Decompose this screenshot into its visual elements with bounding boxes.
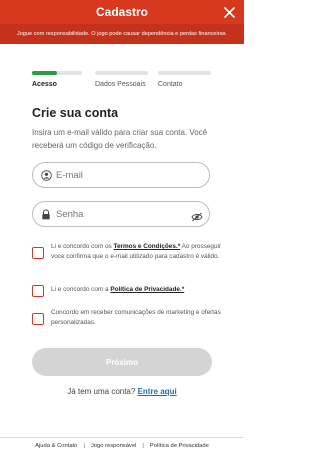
footer-divider: [0, 437, 244, 438]
footer-link-responsible-gaming[interactable]: Jogo responsável: [91, 443, 136, 449]
lock-icon: [38, 208, 54, 220]
privacy-consent-row: Li e concordo com a Política de Privacid…: [32, 281, 222, 297]
banner-text: Jogue com responsabilidade. O jogo pode …: [16, 31, 228, 37]
privacy-link[interactable]: Política de Privacidade.*: [110, 286, 184, 293]
marketing-consent-row: Concordo em receber comunicações de mark…: [32, 308, 222, 328]
terms-text: Li e concordo com os Termos e Condições.…: [51, 242, 222, 262]
login-prompt: Já tem uma conta? Entre aqui: [0, 387, 244, 396]
password-input[interactable]: [54, 208, 186, 220]
terms-prefix: Li e concordo com os: [51, 243, 114, 250]
toggle-password-visibility-icon[interactable]: [191, 209, 203, 227]
step-bar-contato: [158, 71, 211, 75]
form-subtitle: Insira um e-mail válido para criar sua c…: [32, 128, 208, 150]
step-bar-dados-pessoais: [95, 71, 148, 75]
terms-checkbox[interactable]: [32, 247, 44, 259]
close-button[interactable]: [220, 3, 238, 21]
privacy-text: Li e concordo com a Política de Privacid…: [51, 285, 184, 297]
next-button[interactable]: Próximo: [32, 348, 212, 376]
privacy-checkbox[interactable]: [32, 285, 44, 297]
email-field[interactable]: [32, 162, 210, 188]
step-label-dados-pessoais: Dados Pessoais: [95, 81, 146, 88]
footer-separator: |: [142, 443, 144, 449]
form-title: Crie sua conta: [32, 106, 119, 120]
password-field[interactable]: [32, 201, 210, 227]
login-prompt-text: Já tem uma conta?: [67, 387, 138, 396]
step-label-acesso: Acesso: [32, 81, 57, 88]
footer-link-help[interactable]: Ajuda & Contato: [35, 443, 77, 449]
step-label-contato: Contato: [158, 81, 183, 88]
step-bar-acesso: [32, 71, 82, 75]
terms-consent-row: Li e concordo com os Termos e Condições.…: [32, 242, 222, 262]
footer-links: Ajuda & Contato | Jogo responsável | Pol…: [0, 443, 244, 449]
footer-link-privacy[interactable]: Política de Privacidade: [150, 443, 209, 449]
footer-separator: |: [83, 443, 85, 449]
marketing-checkbox[interactable]: [32, 313, 44, 325]
header-bar: Cadastro: [0, 0, 244, 24]
step-progress-acesso: [32, 71, 57, 75]
page-title: Cadastro: [95, 5, 148, 19]
close-icon: [223, 6, 235, 18]
responsible-gaming-banner: Jogue com responsabilidade. O jogo pode …: [0, 24, 244, 44]
privacy-prefix: Li e concordo com a: [51, 286, 111, 293]
terms-link[interactable]: Termos e Condições.*: [114, 243, 181, 250]
user-icon: [38, 169, 54, 181]
email-input[interactable]: [54, 169, 186, 181]
login-link[interactable]: Entre aqui: [138, 387, 177, 396]
marketing-text: Concordo em receber comunicações de mark…: [51, 309, 221, 326]
